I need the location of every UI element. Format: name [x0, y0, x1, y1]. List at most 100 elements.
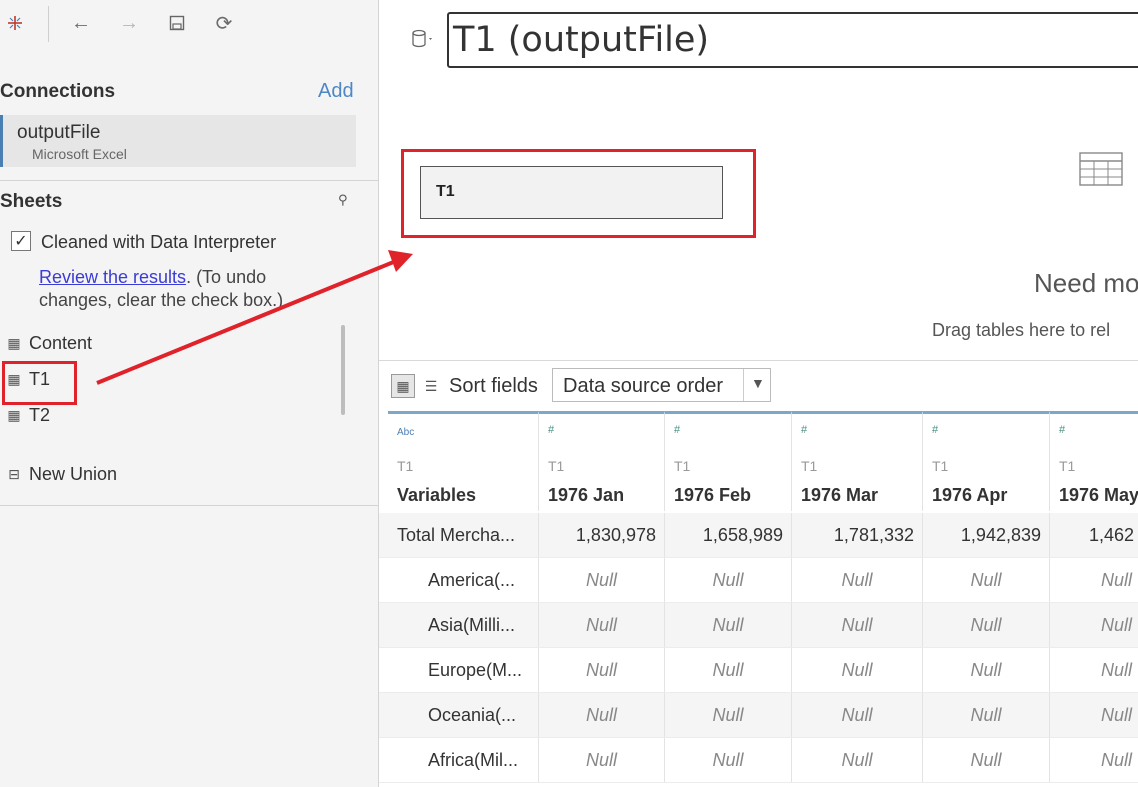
- column-name: 1976 Feb: [674, 485, 752, 505]
- sheets-scrollbar[interactable]: [341, 325, 345, 415]
- table-cell: Null: [923, 558, 1050, 602]
- table-cell: Null: [792, 648, 923, 692]
- need-more-text: Need mo: [1034, 268, 1138, 298]
- connection-item[interactable]: outputFile Microsoft Excel: [0, 115, 356, 167]
- add-connection-link[interactable]: Add: [318, 80, 354, 103]
- table-cell: Null: [923, 738, 1050, 782]
- table-icon: ▦: [7, 407, 21, 423]
- table-illustration-icon: [1079, 152, 1123, 186]
- list-view-icon[interactable]: ☰: [419, 374, 443, 398]
- table-cell: 1,462: [1050, 513, 1138, 557]
- tableau-logo-icon[interactable]: [2, 10, 28, 36]
- table-cell: Null: [1050, 693, 1138, 737]
- sheet-item-t2[interactable]: ▦ T2: [7, 405, 50, 426]
- sort-fields-label: Sort fields: [449, 375, 538, 397]
- table-cell: Null: [665, 648, 792, 692]
- column-source: T1: [1059, 458, 1076, 474]
- datasource-title: T1 (outputFile): [453, 20, 710, 60]
- table-row: Asia(Milli... Null Null Null Null Null: [379, 603, 1138, 648]
- table-cell: 1,942,839: [923, 513, 1050, 557]
- table-row: America(... Null Null Null Null Null: [379, 558, 1138, 603]
- table-cell: 1,830,978: [539, 513, 665, 557]
- number-type-icon[interactable]: #: [548, 424, 554, 436]
- column-header-variables[interactable]: Abc T1 Variables: [388, 411, 539, 511]
- column-source: T1: [397, 458, 414, 474]
- table-cell: Null: [665, 603, 792, 647]
- table-row: Europe(M... Null Null Null Null Null: [379, 648, 1138, 693]
- table-cell: Null: [665, 558, 792, 602]
- table-row: Africa(Mil... Null Null Null Null Null: [379, 738, 1138, 783]
- table-cell: Null: [539, 558, 665, 602]
- number-type-icon[interactable]: #: [1059, 424, 1065, 436]
- canvas-highlight-box: [401, 149, 756, 238]
- review-text: Review the results. (To undo changes, cl…: [39, 266, 339, 312]
- search-icon[interactable]: ⚲: [338, 192, 348, 208]
- table-cell: Null: [665, 693, 792, 737]
- row-label: Total Mercha...: [379, 513, 539, 557]
- t1-highlight-box: [2, 361, 77, 405]
- column-name: 1976 Apr: [932, 485, 1008, 505]
- new-union-item[interactable]: ⊟ New Union: [7, 464, 117, 485]
- column-source: T1: [801, 458, 818, 474]
- table-cell: Null: [539, 738, 665, 782]
- sheet-item-content[interactable]: ▦ Content: [7, 333, 92, 354]
- datasource-title-field[interactable]: T1 (outputFile): [447, 12, 1138, 68]
- table-cell: Null: [539, 648, 665, 692]
- table-cell: 1,781,332: [792, 513, 923, 557]
- table-cell: Null: [539, 693, 665, 737]
- column-source: T1: [548, 458, 565, 474]
- grid-view-icon[interactable]: ▦: [391, 374, 415, 398]
- table-cell: Null: [1050, 558, 1138, 602]
- row-label: Europe(M...: [379, 648, 539, 692]
- table-cell: Null: [792, 558, 923, 602]
- table-cell: Null: [923, 648, 1050, 692]
- data-interpreter-label: Cleaned with Data Interpreter: [41, 232, 277, 252]
- column-header-1976-may[interactable]: # T1 1976 May: [1050, 411, 1138, 511]
- column-header-1976-feb[interactable]: # T1 1976 Feb: [665, 411, 792, 511]
- back-arrow-icon[interactable]: ←: [68, 10, 94, 36]
- connection-type: Microsoft Excel: [32, 146, 127, 162]
- table-cell: 1,658,989: [665, 513, 792, 557]
- new-union-label: New Union: [29, 464, 118, 484]
- save-icon[interactable]: [164, 10, 190, 36]
- review-results-link[interactable]: Review the results: [39, 267, 186, 287]
- number-type-icon[interactable]: #: [674, 424, 680, 436]
- sheet-item-label: T2: [29, 405, 51, 425]
- sort-select-value: Data source order: [563, 375, 724, 397]
- number-type-icon[interactable]: #: [801, 424, 807, 436]
- table-cell: Null: [1050, 738, 1138, 782]
- left-pane: ← → ⟳ Connections Add outputFile Microso…: [0, 0, 379, 787]
- column-header-1976-mar[interactable]: # T1 1976 Mar: [792, 411, 923, 511]
- row-label: Africa(Mil...: [379, 738, 539, 782]
- table-cell: Null: [792, 738, 923, 782]
- table-cell: Null: [923, 603, 1050, 647]
- divider: [0, 180, 378, 181]
- row-label: Asia(Milli...: [379, 603, 539, 647]
- connection-name: outputFile: [17, 122, 101, 143]
- row-label: America(...: [379, 558, 539, 602]
- table-cell: Null: [665, 738, 792, 782]
- table-cell: Null: [792, 693, 923, 737]
- sort-fields-select[interactable]: Data source order ▼: [552, 368, 771, 402]
- refresh-icon[interactable]: ⟳: [211, 10, 237, 36]
- column-header-1976-apr[interactable]: # T1 1976 Apr: [923, 411, 1050, 511]
- column-header-1976-jan[interactable]: # T1 1976 Jan: [539, 411, 665, 511]
- string-type-icon[interactable]: Abc: [397, 427, 414, 438]
- forward-arrow-icon[interactable]: →: [116, 10, 142, 36]
- table-cell: Null: [1050, 603, 1138, 647]
- table-icon: ▦: [7, 335, 21, 351]
- column-name: 1976 May: [1059, 485, 1138, 505]
- divider: [0, 505, 378, 506]
- database-icon[interactable]: [411, 29, 435, 51]
- data-grid: Abc T1 Variables # T1 1976 Jan # T1 1976…: [379, 411, 1138, 787]
- toolbar-separator: [48, 6, 49, 42]
- drag-hint-text: Drag tables here to rel: [932, 320, 1111, 340]
- grid-toolbar: ▦ ☰ Sort fields Data source order ▼: [379, 360, 1138, 413]
- table-row: Total Mercha... 1,830,978 1,658,989 1,78…: [379, 513, 1138, 558]
- union-icon: ⊟: [8, 466, 20, 482]
- data-interpreter-checkbox[interactable]: ✓: [11, 231, 31, 251]
- column-name: 1976 Mar: [801, 485, 879, 505]
- column-name: Variables: [397, 485, 477, 505]
- number-type-icon[interactable]: #: [932, 424, 938, 436]
- connections-title: Connections: [0, 81, 116, 102]
